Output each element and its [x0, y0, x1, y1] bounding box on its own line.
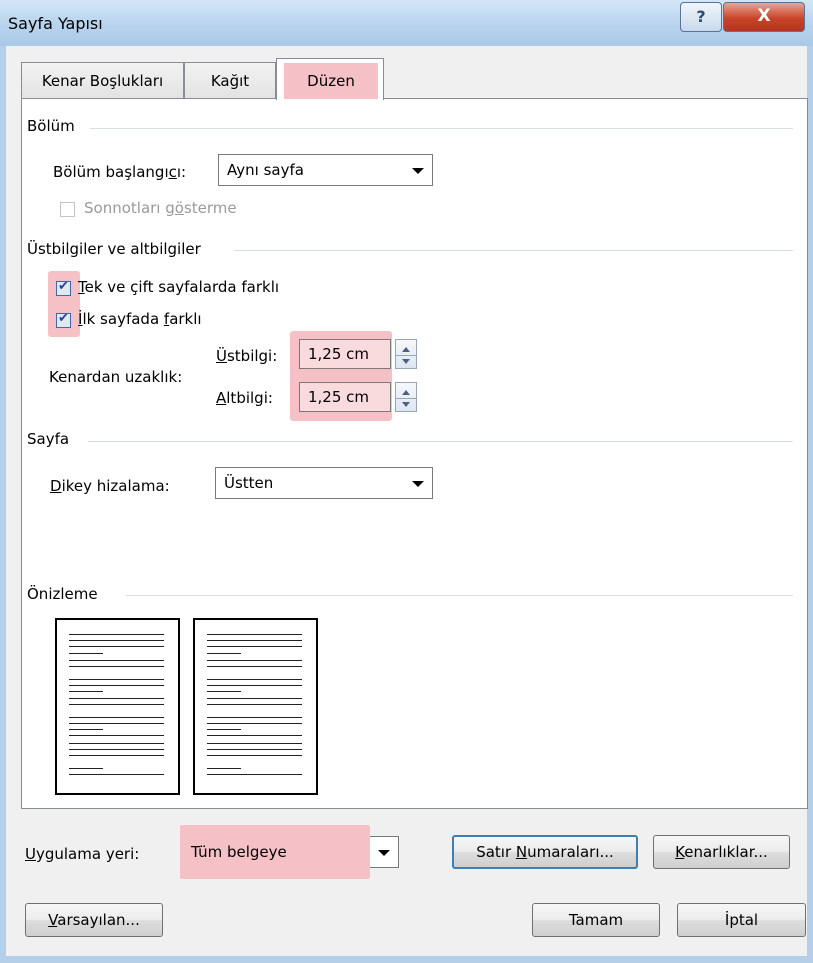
preview-text-line — [207, 666, 302, 667]
window-title: Sayfa Yapısı — [8, 14, 103, 33]
preview-text-line — [69, 646, 164, 647]
tab-layout[interactable]: Düzen — [276, 58, 384, 100]
section-divider — [90, 128, 793, 129]
header-distance-value: 1,25 cm — [308, 345, 370, 363]
preview-text-line — [207, 735, 302, 736]
preview-text-line — [69, 679, 164, 680]
header-distance-input[interactable]: 1,25 cm — [299, 339, 391, 369]
ok-button[interactable]: Tamam — [532, 903, 660, 937]
vertical-alignment-value: Üstten — [224, 474, 274, 492]
section-divider — [88, 441, 793, 442]
preview-text-line — [69, 717, 164, 718]
chevron-down-icon — [412, 168, 424, 174]
vertical-alignment-dropdown[interactable]: Üstten — [215, 467, 433, 499]
help-icon: ? — [696, 7, 706, 26]
preview-text-line — [207, 755, 302, 756]
preview-text-line — [207, 768, 241, 769]
preview-text-line — [207, 723, 302, 724]
section-heading-preview: Önizleme — [27, 585, 98, 603]
help-button[interactable]: ? — [680, 2, 722, 32]
preview-text-line — [69, 640, 164, 641]
section-start-value: Aynı sayfa — [227, 161, 304, 179]
footer-distance-value: 1,25 cm — [308, 388, 370, 406]
preview-text-line — [207, 729, 241, 730]
preview-text-line — [69, 685, 164, 686]
preview-text-line — [207, 640, 302, 641]
footer-label: Altbilgi: — [216, 389, 273, 407]
preview-text-line — [207, 698, 302, 699]
preview-text-line — [207, 749, 302, 750]
preview-page-odd — [55, 618, 180, 795]
tab-layout-label: Düzen — [284, 63, 378, 99]
preview-text-line — [207, 704, 302, 705]
apply-to-label: Uygulama yeri: — [25, 845, 140, 863]
line-numbers-button[interactable]: Satır Numaraları... — [452, 835, 638, 869]
chevron-down-icon — [378, 850, 390, 856]
footer-distance-spinner[interactable] — [395, 382, 417, 412]
preview-text-line — [69, 768, 103, 769]
preview-text-line — [207, 660, 302, 661]
preview-text-line — [207, 743, 302, 744]
preview-text-line — [69, 723, 164, 724]
distance-from-edge-label: Kenardan uzaklık: — [49, 368, 183, 386]
close-button[interactable]: X — [723, 2, 805, 32]
preview-page-even — [193, 618, 318, 795]
section-heading-page: Sayfa — [27, 430, 70, 448]
preview-text-line — [69, 634, 164, 635]
section-heading-section: Bölüm — [27, 117, 75, 135]
preview-text-line — [207, 653, 241, 654]
spin-up-icon — [402, 390, 410, 395]
section-heading-headers-footers: Üstbilgiler ve altbilgiler — [27, 240, 201, 258]
preview-text-line — [207, 646, 302, 647]
suppress-endnotes-label: Sonnotları gösterme — [84, 199, 237, 217]
preview-text-line — [69, 704, 164, 705]
spin-up-icon — [402, 347, 410, 352]
header-label: Üstbilgi: — [216, 347, 278, 365]
close-icon: X — [757, 6, 771, 26]
preview-text-line — [69, 743, 164, 744]
tab-paper[interactable]: Kağıt — [184, 62, 276, 98]
different-odd-even-checkbox[interactable] — [56, 279, 71, 296]
preview-text-line — [69, 755, 164, 756]
preview-text-line — [207, 679, 302, 680]
window-border-bottom — [0, 956, 813, 963]
preview-text-line — [69, 691, 103, 692]
preview-text-line — [69, 729, 103, 730]
tab-margins[interactable]: Kenar Boşlukları — [21, 62, 184, 98]
apply-to-value: Tüm belgeye — [191, 843, 287, 861]
preview-text-line — [207, 634, 302, 635]
different-first-page-checkbox[interactable] — [56, 311, 71, 328]
chevron-down-icon — [412, 481, 424, 487]
preview-text-line — [69, 735, 164, 736]
preview-text-line — [207, 717, 302, 718]
suppress-endnotes-checkbox[interactable] — [60, 202, 75, 217]
set-default-button[interactable]: Varsayılan... — [25, 903, 163, 937]
preview-text-line — [69, 749, 164, 750]
preview-text-line — [69, 653, 103, 654]
borders-button[interactable]: Kenarlıklar... — [653, 835, 790, 869]
apply-to-dropdown[interactable]: Tüm belgeye — [180, 825, 399, 879]
preview-text-line — [207, 774, 302, 775]
preview-text-line — [207, 685, 302, 686]
spin-down-icon — [402, 359, 410, 364]
section-start-label: Bölüm başlangıcı: — [53, 163, 187, 181]
spin-down-icon — [402, 402, 410, 407]
preview-text-line — [69, 666, 164, 667]
preview-text-line — [207, 691, 241, 692]
cancel-button[interactable]: İptal — [677, 903, 806, 937]
preview-text-line — [69, 660, 164, 661]
vertical-alignment-label: Dikey hizalama: — [50, 477, 170, 495]
section-divider — [234, 250, 793, 251]
section-divider — [126, 595, 793, 596]
different-odd-even-label: Tek ve çift sayfalarda farklı — [78, 278, 280, 296]
section-start-dropdown[interactable]: Aynı sayfa — [218, 154, 433, 186]
footer-distance-input[interactable]: 1,25 cm — [299, 382, 391, 412]
preview-text-line — [69, 774, 164, 775]
different-first-page-label: İlk sayfada farklı — [78, 310, 202, 328]
header-distance-spinner[interactable] — [395, 339, 417, 369]
preview-text-line — [69, 698, 164, 699]
